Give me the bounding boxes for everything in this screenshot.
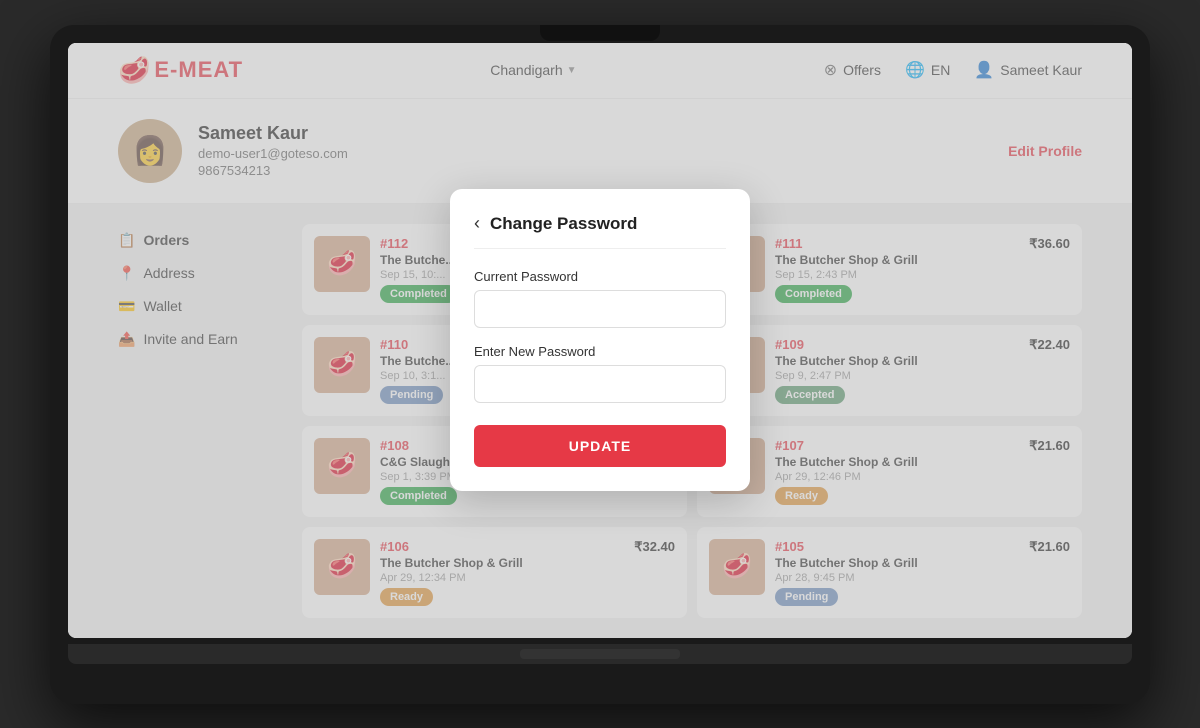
modal-title: Change Password (490, 214, 637, 234)
modal-header: ‹ Change Password (474, 213, 726, 249)
change-password-modal: ‹ Change Password Current Password Enter… (450, 189, 750, 491)
new-password-label: Enter New Password (474, 344, 726, 359)
current-password-label: Current Password (474, 269, 726, 284)
update-button[interactable]: UPDATE (474, 425, 726, 467)
new-password-input[interactable] (474, 365, 726, 403)
current-password-group: Current Password (474, 269, 726, 328)
back-button[interactable]: ‹ (474, 213, 480, 234)
modal-overlay: ‹ Change Password Current Password Enter… (68, 43, 1132, 638)
new-password-group: Enter New Password (474, 344, 726, 403)
current-password-input[interactable] (474, 290, 726, 328)
